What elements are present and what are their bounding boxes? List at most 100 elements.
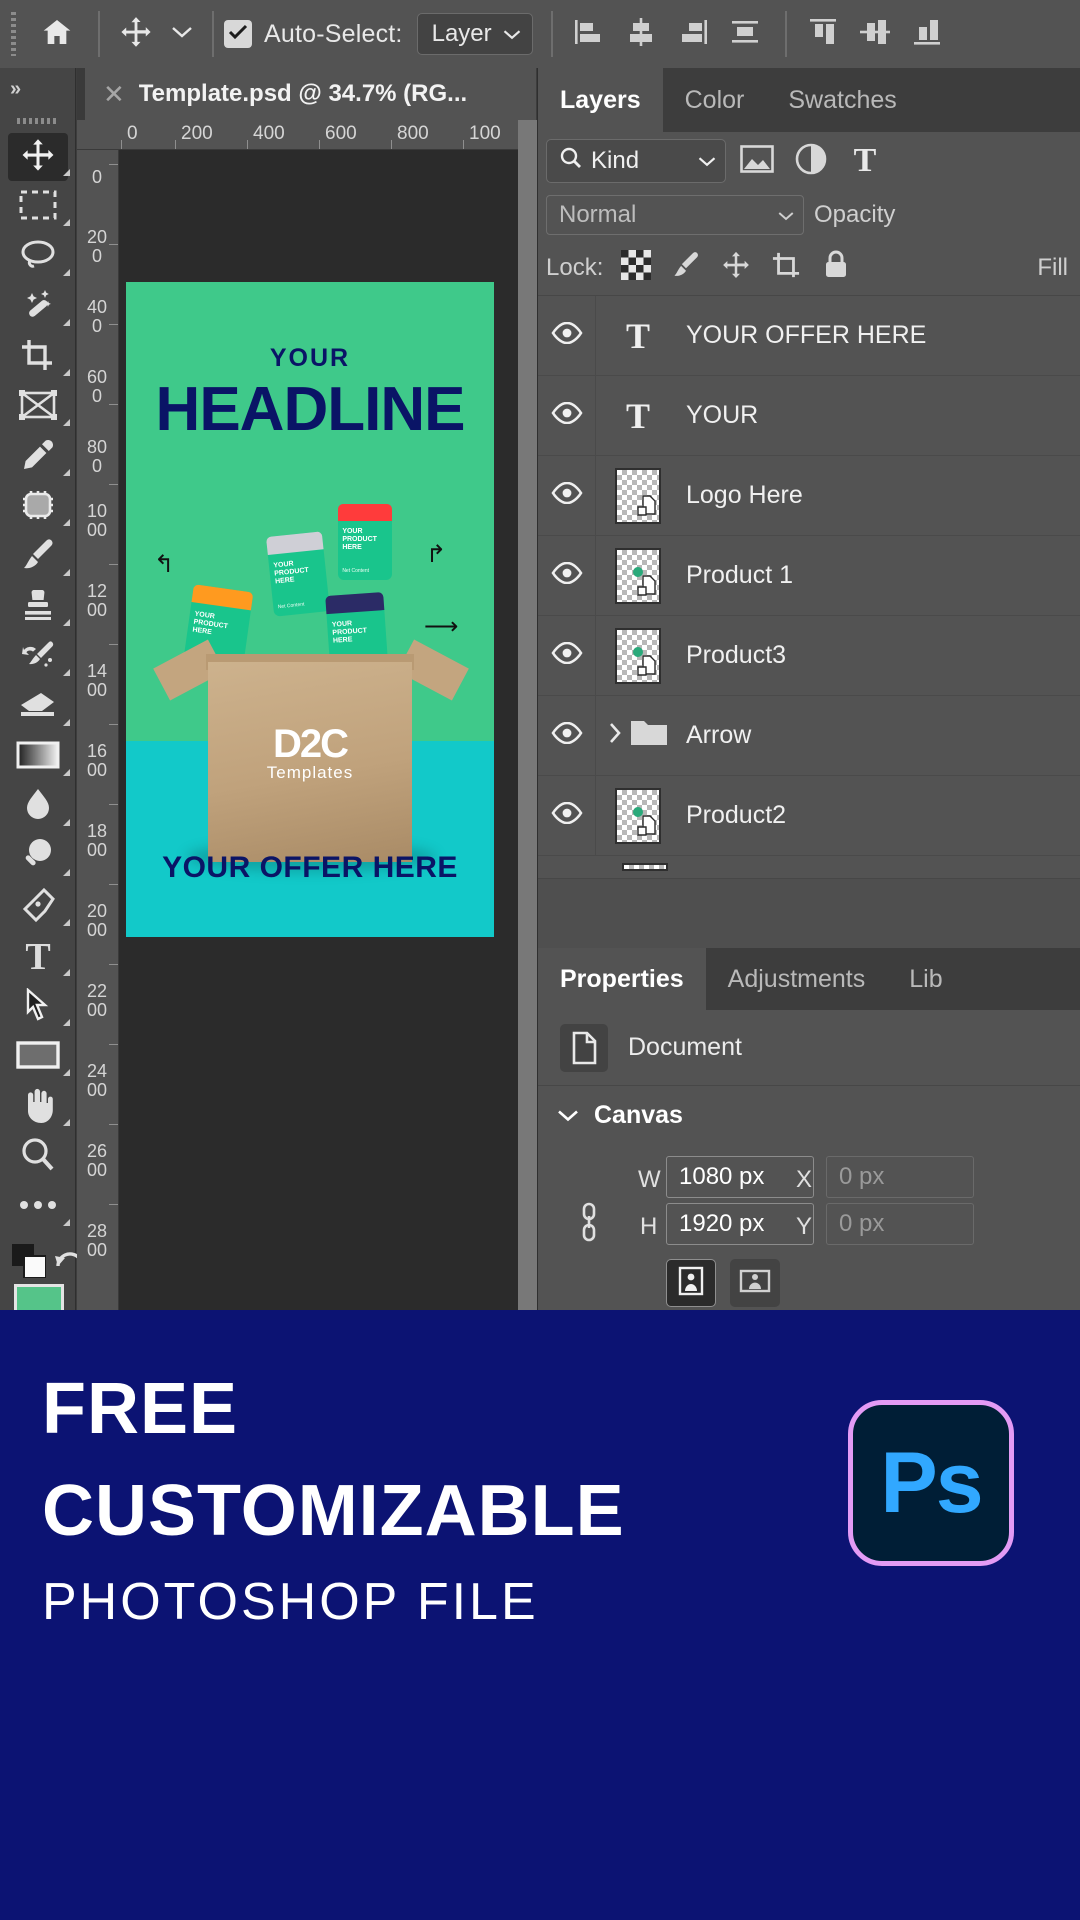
gradient-tool[interactable] [0,732,76,782]
distribute-vertical-button[interactable] [719,0,771,68]
spot-healing-brush-tool[interactable] [0,482,76,532]
layer-visibility-toggle[interactable] [538,536,596,615]
tab-layers[interactable]: Layers [538,68,663,132]
options-bar-grip[interactable] [0,0,26,68]
align-right-edges-button[interactable] [667,0,719,68]
home-button[interactable] [26,16,88,53]
lock-position-button[interactable] [719,251,753,285]
smart-object-thumbnail [615,468,661,524]
rectangle-tool[interactable] [0,1032,76,1082]
link-chain-icon[interactable] [576,1198,602,1251]
rectangular-marquee-tool[interactable] [0,182,76,232]
jar-sublabel: Net Content [342,568,369,574]
layer-visibility-toggle[interactable] [538,456,596,535]
divider [212,11,214,57]
table-row[interactable]: Product3 [538,616,1080,696]
table-row[interactable]: Product2 [538,776,1080,856]
canvas-width-input[interactable]: 1080 px [666,1156,814,1198]
default-colors-button[interactable] [12,1244,46,1283]
filter-type-layers-button[interactable]: T [842,139,888,183]
canvas-y-input[interactable]: 0 px [826,1203,974,1245]
right-panel-dock: Layers Color Swatches Kind [537,68,1080,1310]
zoom-tool[interactable] [0,1132,76,1182]
lock-image-pixels-button[interactable] [669,251,703,285]
orientation-landscape-button[interactable] [730,1259,780,1307]
auto-select-checkbox[interactable] [224,20,252,48]
tab-adjustments[interactable]: Adjustments [706,948,888,1010]
toolbar-grip[interactable] [0,110,75,132]
edit-toolbar-button[interactable] [0,1182,76,1232]
tab-swatches[interactable]: Swatches [766,68,918,132]
hand-tool[interactable] [0,1082,76,1132]
type-tool[interactable]: T [0,932,76,982]
canvas-height-input[interactable]: 1920 px [666,1203,814,1245]
lock-artboard-nesting-button[interactable] [769,251,803,285]
filter-pixel-layers-button[interactable] [734,139,780,183]
layer-visibility-toggle[interactable] [538,376,596,455]
orientation-portrait-button[interactable] [666,1259,716,1307]
brush-tool[interactable] [0,532,76,582]
panel-divider-strip[interactable] [518,120,537,1310]
crop-icon [20,338,56,377]
layer-kind-filter-dropdown[interactable]: Kind [546,139,726,183]
tab-properties[interactable]: Properties [538,948,706,1010]
lock-row: Lock: [538,240,1080,296]
path-selection-tool[interactable] [0,982,76,1032]
align-top-edges-button[interactable] [797,0,849,68]
layer-row-partial[interactable] [538,856,1080,878]
frame-tool[interactable] [0,382,76,432]
close-icon[interactable]: ✕ [103,81,125,107]
current-tool-button[interactable] [110,15,162,54]
folder-icon [629,717,669,754]
pen-tool[interactable] [0,882,76,932]
ruler-tick-label: 100 [469,123,501,145]
object-selection-tool[interactable] [0,282,76,332]
logo-here-placeholder: D2C Templates [126,722,494,783]
eraser-tool[interactable] [0,682,76,732]
layer-kind-value: Kind [591,147,689,175]
canvas-height-label: H [640,1213,657,1241]
table-row[interactable]: Arrow [538,696,1080,776]
align-bottom-edges-button[interactable] [901,0,953,68]
artboard-preview[interactable]: YOUR HEADLINE YOUR PRODUCT HERE Net Cont… [126,282,494,937]
filter-adjustment-layers-button[interactable] [788,139,834,183]
table-row[interactable]: T YOUR OFFER HERE [538,296,1080,376]
document-tab[interactable]: ✕ Template.psd @ 34.7% (RG... [85,68,536,120]
eyedropper-tool[interactable] [0,432,76,482]
clone-stamp-tool[interactable] [0,582,76,632]
layer-name: Logo Here [680,481,803,510]
layer-filter-row: Kind [538,132,1080,190]
tab-color[interactable]: Color [663,68,767,132]
align-vertical-centers-button[interactable] [849,0,901,68]
chevron-right-icon[interactable] [607,721,623,750]
canvas-area[interactable]: 0 200 400 600 800 100 0 200 400 600 800 … [77,120,536,1310]
expand-toolbar-button[interactable]: » [0,68,75,110]
table-row[interactable]: T YOUR [538,376,1080,456]
eye-icon [550,802,584,829]
tab-libraries[interactable]: Lib [887,948,964,1010]
history-brush-tool[interactable] [0,632,76,682]
lasso-tool[interactable] [0,232,76,282]
layer-visibility-toggle[interactable] [538,296,596,375]
blend-mode-dropdown[interactable]: Normal [546,195,804,235]
crop-tool[interactable] [0,332,76,382]
table-row[interactable]: Logo Here [538,456,1080,536]
promo-banner: FREE CUSTOMIZABLE PHOTOSHOP FILE Ps [0,1310,1080,1920]
align-horizontal-centers-button[interactable] [615,0,667,68]
layer-visibility-toggle[interactable] [538,776,596,855]
tool-preset-dropdown[interactable] [162,24,202,45]
auto-select-scope-dropdown[interactable]: Layer [417,13,533,55]
lock-all-button[interactable] [819,251,853,285]
table-row[interactable]: Product 1 [538,536,1080,616]
canvas-x-input[interactable]: 0 px [826,1156,974,1198]
move-tool[interactable] [0,132,76,182]
document-properties-header: Document [538,1010,1080,1086]
align-left-edges-button[interactable] [563,0,615,68]
blur-tool[interactable] [0,782,76,832]
layer-visibility-toggle[interactable] [538,696,596,775]
dodge-tool[interactable] [0,832,76,882]
blend-mode-value: Normal [559,201,636,229]
lock-transparent-pixels-button[interactable] [619,251,653,285]
layer-visibility-toggle[interactable] [538,616,596,695]
canvas-section-header[interactable]: Canvas [538,1086,1080,1144]
